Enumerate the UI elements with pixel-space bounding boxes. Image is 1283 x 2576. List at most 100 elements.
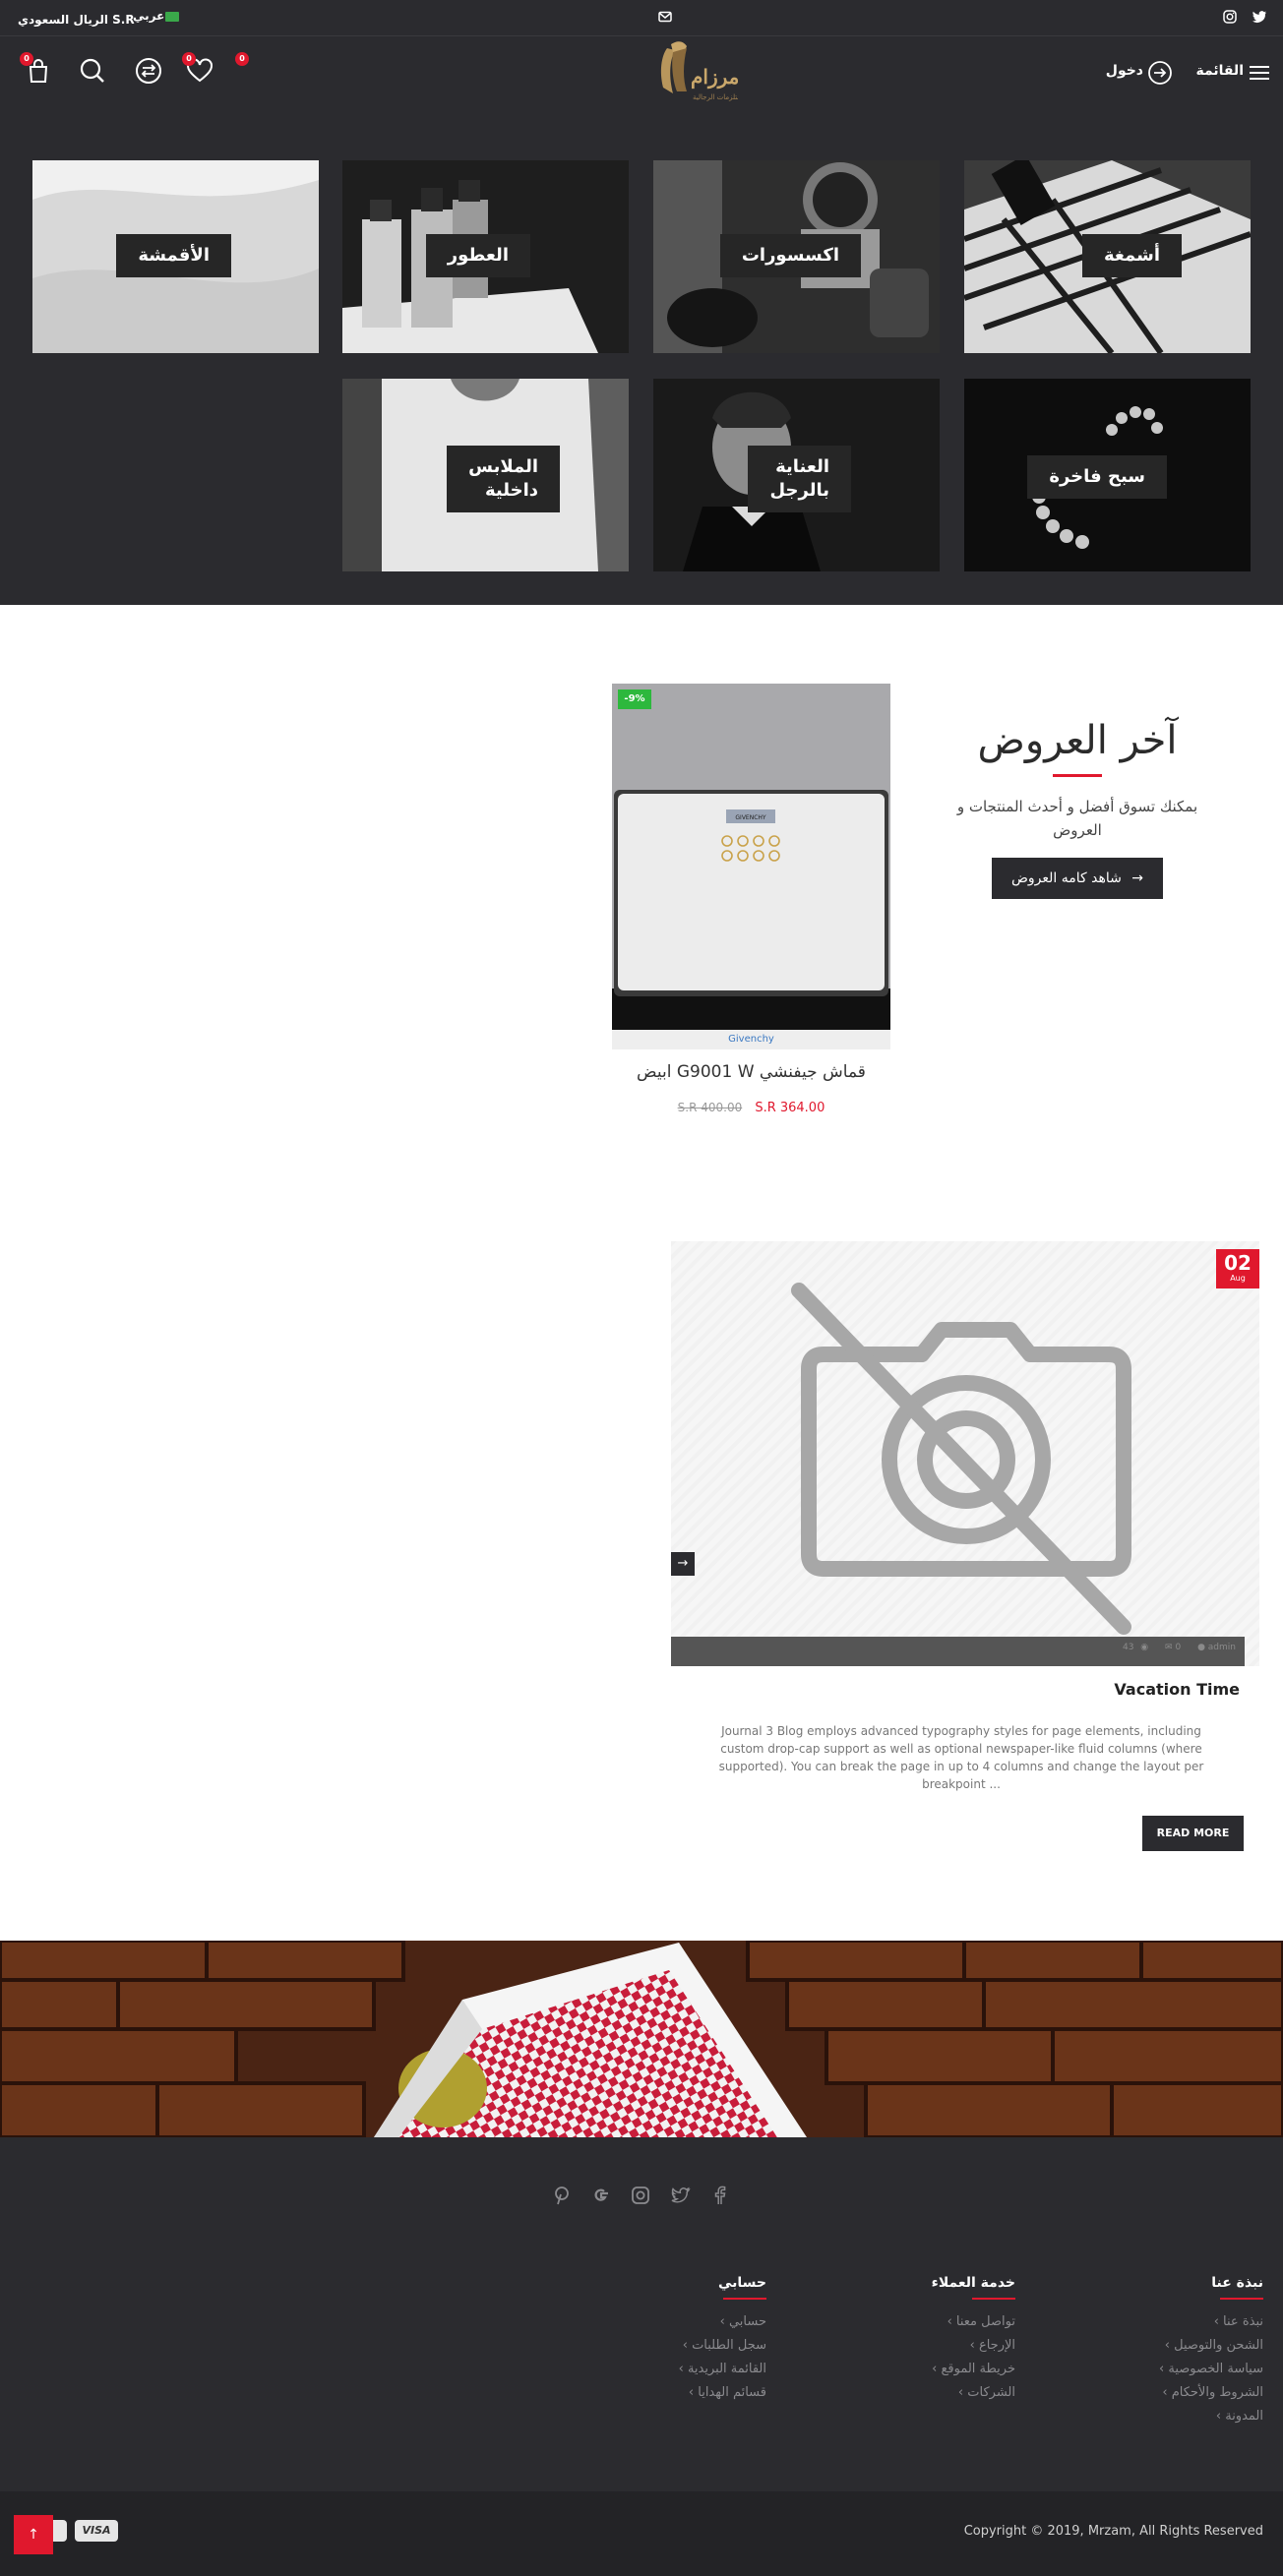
- twitter-icon[interactable]: [1252, 9, 1267, 25]
- logo-emblem: مرزام للمستلزمات الرجالية: [660, 41, 752, 101]
- site-logo[interactable]: مرزام للمستلزمات الرجالية: [647, 38, 752, 109]
- view-all-offers-label: شاهد كامه العروض: [1010, 870, 1122, 886]
- footer-link[interactable]: ‹ الشروط والأحكام: [1162, 2385, 1263, 2400]
- footer-link[interactable]: ‹ الشركات: [958, 2385, 1015, 2400]
- footer-link-label: القائمة البريدية: [687, 2362, 766, 2376]
- logo-text: مرزام: [691, 65, 738, 90]
- instagram-icon[interactable]: [1222, 9, 1238, 25]
- product-brand-link[interactable]: Givenchy: [612, 1030, 890, 1049]
- offers-description: بمكنك تسوق أفضل و أحدث المنتجات و العروض: [956, 798, 1198, 839]
- category-tile-accessories[interactable]: اكسسورات: [653, 160, 940, 353]
- category-label: العطور: [425, 234, 530, 277]
- category-label: سبح فاخرة: [1027, 455, 1167, 499]
- product-image[interactable]: GIVENCHY: [612, 684, 890, 1030]
- facebook-icon[interactable]: [708, 2185, 730, 2206]
- view-all-offers-button[interactable]: شاهد كامه العروض →: [992, 858, 1163, 899]
- category-tile-shemagh[interactable]: أشمغة: [964, 160, 1251, 353]
- login-label: دخول: [1105, 63, 1143, 79]
- main-menu-toggle[interactable]: القائمة: [1191, 58, 1269, 88]
- cart-count-badge: 0: [20, 52, 33, 66]
- category-tile-fabrics[interactable]: الأقمشة: [32, 160, 319, 353]
- footer-link-label: الإرجاع: [978, 2338, 1015, 2353]
- blog-post-excerpt: Journal 3 Blog employs advanced typograp…: [718, 1724, 1204, 1791]
- footer-link-label: المدونة: [1225, 2409, 1263, 2424]
- search-icon[interactable]: [76, 54, 109, 88]
- post-comments: 0: [1175, 1643, 1182, 1652]
- category-tile-prayer-beads[interactable]: سبح فاخرة: [964, 379, 1251, 571]
- footer-link[interactable]: ‹ سياسة الخصوصية: [1159, 2362, 1263, 2376]
- box-brand-label: GIVENCHY: [735, 814, 766, 821]
- google-icon[interactable]: [590, 2185, 612, 2206]
- instagram-icon[interactable]: [630, 2185, 651, 2206]
- product-card[interactable]: GIVENCHY -9% Givenchy: [612, 684, 890, 1052]
- footer-col-service-title: خدمة العملاء: [931, 2275, 1015, 2291]
- product-name[interactable]: قماش جيفنشي G9001 W ابيض: [612, 1062, 890, 1082]
- footer-link-label: نبذة عنا: [1223, 2314, 1263, 2329]
- blog-post-title[interactable]: Vacation Time: [671, 1680, 1240, 1699]
- category-label: العناية بالرجل: [748, 446, 851, 512]
- product-price-row: S.R 400.00 S.R 364.00: [612, 1097, 890, 1115]
- twitter-icon[interactable]: [669, 2185, 691, 2206]
- arrow-right-icon: →: [677, 1556, 689, 1571]
- footer-link[interactable]: ‹ نبذة عنا: [1214, 2314, 1263, 2329]
- footer-col-about-title: نبذة عنا: [1211, 2275, 1263, 2291]
- footer-link[interactable]: ‹ القائمة البريدية: [679, 2362, 766, 2376]
- footer: نبذة عنا ‹ نبذة عنا ‹ الشحن والتوصيل ‹ س…: [0, 2137, 1283, 2491]
- read-more-button[interactable]: READ MORE: [1142, 1816, 1244, 1851]
- category-tile-grooming[interactable]: العناية بالرجل: [653, 379, 940, 571]
- copyright-text: Copyright © 2019, Mrzam, All Rights Rese…: [963, 2524, 1263, 2539]
- footer-link-label: قسائم الهدايا: [698, 2385, 766, 2400]
- footer-link-label: سياسة الخصوصية: [1168, 2362, 1263, 2376]
- pinterest-icon[interactable]: [551, 2185, 573, 2206]
- post-author[interactable]: admin: [1208, 1643, 1236, 1652]
- language-selector[interactable]: عربي: [133, 9, 164, 23]
- footer-link[interactable]: ‹ حسابي: [720, 2314, 766, 2329]
- footer-link-label: تواصل معنا: [955, 2314, 1015, 2329]
- compare-icon[interactable]: [132, 54, 165, 88]
- main-header: 0 0 0 مرزام للمستلزمات الرجالية دخول: [0, 35, 1283, 110]
- read-more-label: READ MORE: [1156, 1827, 1230, 1839]
- banner-image: [0, 1941, 1283, 2137]
- product-old-price: S.R 400.00: [677, 1101, 743, 1114]
- footer-link[interactable]: ‹ خريطة الموقع: [932, 2362, 1015, 2376]
- footer-link[interactable]: ‹ الإرجاع: [970, 2338, 1015, 2353]
- category-label: اكسسورات: [719, 234, 861, 277]
- category-label: الملابس داخلية: [447, 446, 560, 512]
- top-bar: S.R الريال السعودي عربي: [0, 0, 1283, 35]
- post-meta: 43 ◉ ✉ 0 ● admin: [1123, 1643, 1236, 1652]
- footer-link[interactable]: ‹ الشحن والتوصيل: [1165, 2338, 1263, 2353]
- offers-title: آخر العروض: [977, 718, 1178, 763]
- footer-link-label: حسابي: [728, 2314, 766, 2329]
- post-date-month: Aug: [1230, 1274, 1246, 1283]
- promo-banner: [0, 1941, 1283, 2137]
- mail-icon[interactable]: [657, 9, 673, 25]
- eye-icon: ◉: [1140, 1643, 1149, 1652]
- logo-subtext: للمستلزمات الرجالية: [693, 93, 738, 101]
- post-views: 43: [1122, 1643, 1134, 1652]
- footer-link[interactable]: ‹ تواصل معنا: [947, 2314, 1015, 2329]
- post-date-badge: 02 Aug: [1216, 1249, 1259, 1288]
- login-icon: [1148, 61, 1172, 85]
- hamburger-icon: [1250, 66, 1269, 80]
- currency-selector[interactable]: S.R الريال السعودي: [18, 9, 135, 28]
- visa-icon: VISA: [75, 2520, 118, 2542]
- compare-count-badge: 0: [235, 52, 249, 66]
- footer-link[interactable]: ‹ سجل الطلبات: [683, 2338, 766, 2353]
- footer-col-underline: [972, 2298, 1015, 2300]
- footer-col-account-title: حسابي: [717, 2275, 766, 2291]
- footer-link-label: سجل الطلبات: [692, 2338, 766, 2353]
- blog-post-image[interactable]: → 02 Aug 43 ◉ ✉ 0 ● admin: [671, 1241, 1259, 1666]
- comment-icon: ✉: [1165, 1643, 1173, 1652]
- product-price: S.R 364.00: [755, 1101, 825, 1115]
- footer-link[interactable]: ‹ المدونة: [1216, 2409, 1263, 2424]
- category-tile-perfumes[interactable]: العطور: [342, 160, 629, 353]
- login-link[interactable]: دخول: [1106, 58, 1173, 88]
- discount-badge: -9%: [618, 689, 651, 709]
- next-arrow-button[interactable]: →: [671, 1552, 695, 1576]
- footer-link-label: خريطة الموقع: [941, 2362, 1015, 2376]
- footer-link[interactable]: ‹ قسائم الهدايا: [689, 2385, 766, 2400]
- category-grid: أشمغة اكسسورات العطور الأقمشة سبح فاخرة …: [0, 110, 1283, 605]
- scroll-to-top-button[interactable]: ↑: [14, 2515, 53, 2554]
- visa-label: VISA: [82, 2524, 111, 2537]
- category-tile-underwear[interactable]: الملابس داخلية: [342, 379, 629, 571]
